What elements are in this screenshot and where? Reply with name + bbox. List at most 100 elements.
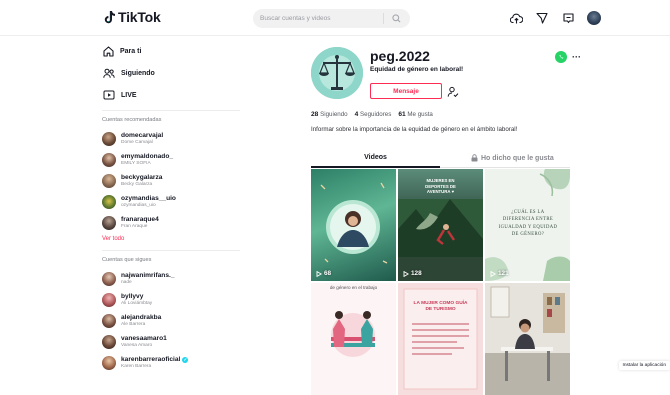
account-avatar [102, 355, 116, 370]
search-input[interactable] [253, 15, 383, 22]
account-avatar [102, 292, 116, 307]
nav-for-you[interactable]: Para ti [100, 40, 244, 62]
view-count: 128 [403, 270, 422, 277]
video-caption: ¿CUÁL ES LA DIFERENCIA ENTRE IGUALDAD Y … [498, 210, 558, 237]
verified-check-icon: ✓ [182, 356, 189, 363]
following-account[interactable]: najwanimrifans._ nade [100, 268, 244, 289]
account-username: ozymandias__uio [121, 194, 176, 202]
account-avatar [102, 131, 116, 146]
whatsapp-share-button[interactable] [555, 51, 567, 63]
tiktok-note-icon [104, 10, 115, 23]
account-username: emymaldonado_ [121, 152, 174, 160]
profile-nickname: Equidad de género en laboral! [370, 66, 464, 73]
nav-label: Para ti [120, 47, 142, 55]
send-icon [536, 12, 548, 24]
account-username: byllyvy [121, 292, 144, 300]
account-username: beckygalarza [121, 173, 163, 181]
following-icon [103, 68, 115, 78]
video-thumbnail [320, 182, 388, 264]
view-count-value: 68 [324, 270, 332, 277]
account-nickname: Vanesa Amaro [121, 342, 153, 348]
upload-button[interactable] [508, 10, 524, 26]
tab-liked[interactable]: Ho dicho que le gusta [471, 154, 554, 162]
video-tile[interactable] [485, 283, 570, 395]
suggested-account[interactable]: emymaldonado_ EMILY SOFIA [100, 149, 244, 170]
video-thumbnail [485, 283, 570, 395]
logo-text: TikTok [118, 9, 161, 25]
profile-username: peg.2022 [370, 48, 430, 64]
play-outline-icon [316, 270, 322, 277]
account-nickname: Ale Barrera [121, 321, 146, 327]
account-nickname: Becky Galarza [121, 181, 153, 187]
account-avatar [102, 173, 116, 188]
stat-followers[interactable]: 4 Seguidores [355, 111, 392, 118]
tiktok-logo[interactable]: TikTok [104, 9, 161, 25]
following-account[interactable]: alejandrakba Ale Barrera [100, 310, 244, 331]
account-avatar [102, 313, 116, 328]
view-count-value: 121 [498, 270, 509, 277]
account-nickname: nade [121, 279, 132, 285]
follow-user-button[interactable] [447, 85, 459, 98]
following-accounts-title: Cuentas que sigues [102, 257, 152, 263]
view-count: 121 [490, 270, 509, 277]
video-tile[interactable]: 68 [311, 169, 396, 281]
stat-value: 4 [354, 111, 359, 118]
video-caption: de género en el trabajo [329, 285, 378, 290]
following-account[interactable]: vanesaamaro1 Vanesa Amaro [100, 331, 244, 352]
profile-avatar-button[interactable] [586, 10, 602, 26]
play-outline-icon [403, 270, 409, 277]
more-dots-icon: ··· [572, 52, 581, 62]
account-nickname: Fran Araque [121, 223, 148, 229]
account-nickname: Ali Loviámbtay [121, 300, 153, 306]
suggested-account[interactable]: domecarvajal Dome Carvajal [100, 128, 244, 149]
account-avatar [102, 334, 116, 349]
suggested-account[interactable]: ozymandias__uio ozymandias_uio [100, 191, 244, 212]
video-tile[interactable]: LA MUJER COMO GUÍA DE TURISMO [398, 283, 483, 395]
search-icon [391, 14, 400, 23]
video-caption: LA MUJER COMO GUÍA DE TURISMO [413, 301, 468, 313]
search-button[interactable] [389, 12, 403, 25]
install-app-button[interactable]: Instalar la aplicación [618, 361, 670, 370]
suggested-account[interactable]: beckygalarza Becky Galarza [100, 170, 244, 191]
message-box-icon [562, 12, 574, 23]
sidebar: Para ti Siguiendo LIVE Cuentas recomenda… [100, 40, 244, 373]
account-avatar [102, 271, 116, 286]
suggested-account[interactable]: franaraque4 Fran Araque [100, 212, 244, 233]
profile-tabs: Videos Ho dicho que le gusta [311, 151, 570, 168]
following-account[interactable]: byllyvy Ali Loviámbtay [100, 289, 244, 310]
live-icon [103, 90, 115, 100]
messages-button[interactable] [560, 10, 576, 26]
search-bar [253, 9, 410, 28]
account-nickname: EMILY SOFIA [121, 160, 151, 166]
nav-following[interactable]: Siguiendo [100, 62, 244, 84]
video-thumbnail [331, 311, 375, 357]
video-tile[interactable]: de género en el trabajo [311, 283, 396, 395]
inbox-send-button[interactable] [534, 10, 550, 26]
account-username: karenbarreraoficial [121, 355, 181, 363]
profile-avatar [311, 47, 363, 99]
video-tile[interactable]: MUJERES EN DEPORTES DE AVENTURA ♥ 128 [398, 169, 483, 281]
following-account[interactable]: karenbarreraoficial ✓ Karen Barrera [100, 352, 244, 373]
more-options-button[interactable]: ··· [572, 52, 581, 62]
active-tab-indicator [311, 166, 440, 168]
top-bar: TikTok [0, 0, 670, 36]
nav-label: Siguiendo [121, 69, 155, 77]
account-avatar [102, 152, 116, 167]
video-tile[interactable]: ¿CUÁL ES LA DIFERENCIA ENTRE IGUALDAD Y … [485, 169, 570, 281]
header-actions [508, 10, 602, 26]
account-username: franaraque4 [121, 215, 159, 223]
video-thumbnail [403, 288, 478, 390]
message-button[interactable]: Mensaje [370, 83, 442, 99]
tab-videos[interactable]: Videos [311, 154, 440, 161]
sidebar-divider [102, 250, 240, 251]
stat-following[interactable]: 28 Siguiendo [311, 111, 348, 118]
home-icon [103, 45, 114, 57]
profile-bio: Informar sobre la importancia de la equi… [311, 126, 518, 133]
view-count: 68 [316, 270, 331, 277]
see-all-link[interactable]: Ver todo [100, 236, 244, 242]
user-check-icon [447, 86, 459, 98]
account-username-verified: karenbarreraoficial ✓ [121, 355, 189, 364]
video-caption: MUJERES EN DEPORTES DE AVENTURA ♥ [425, 178, 456, 195]
nav-live[interactable]: LIVE [100, 84, 244, 106]
cloud-upload-icon [509, 13, 523, 23]
